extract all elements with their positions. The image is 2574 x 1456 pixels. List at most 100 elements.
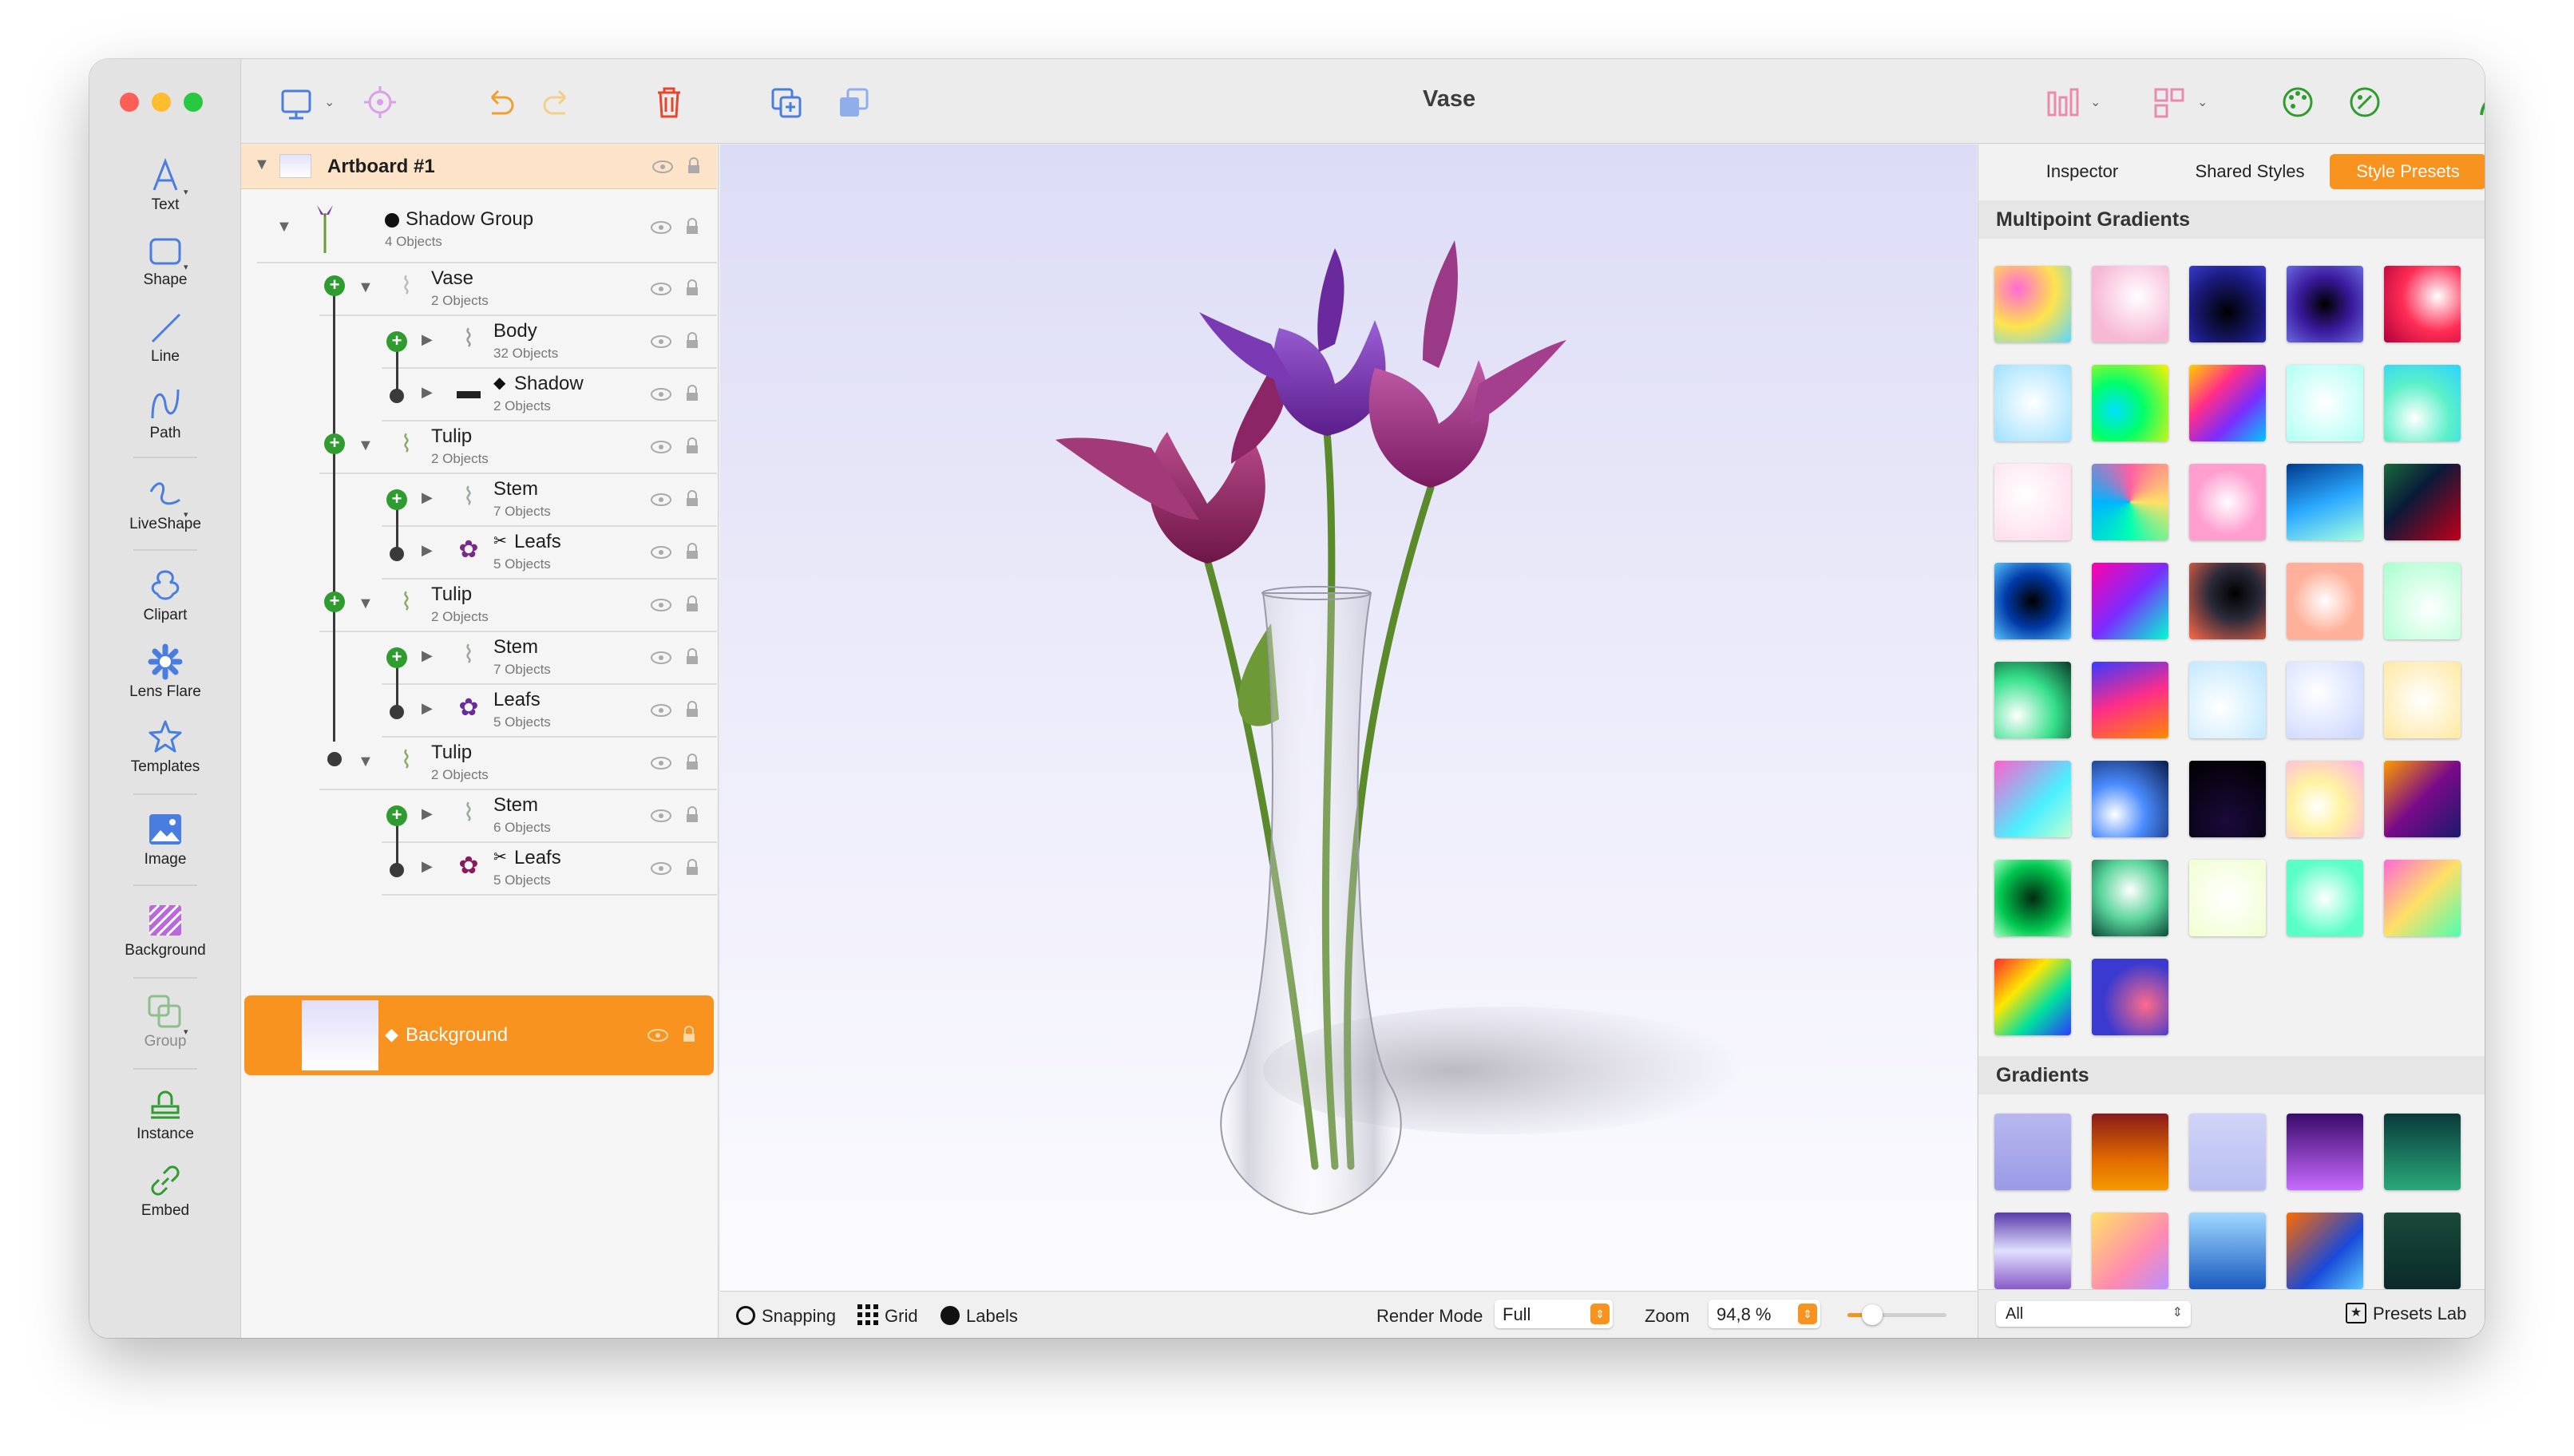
multipoint-gradient-swatch[interactable]	[2287, 860, 2363, 936]
lock-icon[interactable]	[680, 332, 703, 348]
eye-icon[interactable]	[650, 544, 672, 560]
layer-row[interactable]: ▶ ⌇ Stem 7 Objects	[241, 631, 717, 685]
tool-image[interactable]: Image	[89, 811, 241, 868]
multipoint-gradient-swatch[interactable]	[1994, 266, 2071, 342]
tab-shared-styles[interactable]: Shared Styles	[2170, 154, 2330, 189]
multipoint-gradient-swatch[interactable]	[2287, 563, 2363, 639]
lock-icon[interactable]	[680, 595, 703, 611]
grid-icon[interactable]	[857, 1304, 878, 1325]
multipoint-gradient-swatch[interactable]	[1994, 464, 2071, 540]
multipoint-gradient-swatch[interactable]	[2092, 959, 2168, 1035]
multipoint-gradient-swatch[interactable]	[2092, 563, 2168, 639]
layer-row[interactable]: ▶ ⌇ Stem 7 Objects	[241, 473, 717, 527]
multipoint-gradient-swatch[interactable]	[2384, 464, 2461, 540]
layer-background[interactable]: ◆ Background	[244, 995, 714, 1075]
gradient-swatch[interactable]	[2189, 1114, 2266, 1190]
chevron-down-icon[interactable]: ⌄	[2197, 94, 2208, 110]
tool-liveshape[interactable]: ▾ LiveShape	[89, 476, 241, 533]
multipoint-gradient-swatch[interactable]	[2092, 662, 2168, 738]
multipoint-gradient-swatch[interactable]	[2384, 563, 2461, 639]
gradient-swatch[interactable]	[1994, 1213, 2071, 1289]
multipoint-gradient-swatch[interactable]	[2092, 266, 2168, 342]
layer-row[interactable]: ▼ ⌇ Tulip 2 Objects	[241, 737, 717, 790]
artboard-button[interactable]	[278, 81, 316, 123]
target-button[interactable]	[361, 81, 399, 123]
add-child-icon[interactable]: +	[386, 647, 407, 668]
multipoint-gradient-swatch[interactable]	[2092, 860, 2168, 936]
multipoint-gradient-swatch[interactable]	[2384, 662, 2461, 738]
labels-toggle[interactable]	[940, 1306, 960, 1325]
redo-button[interactable]	[538, 81, 576, 123]
layer-row[interactable]: ▶ ⌇ Body 32 Objects	[241, 315, 717, 369]
add-child-icon[interactable]: +	[324, 592, 345, 612]
lock-icon[interactable]	[680, 218, 703, 234]
minimize-window-button[interactable]	[152, 93, 171, 112]
eye-icon[interactable]	[650, 755, 672, 771]
share-button[interactable]	[2475, 81, 2485, 123]
disclosure-triangle[interactable]: ▼	[358, 279, 374, 297]
eye-icon[interactable]	[650, 386, 672, 402]
disclosure-triangle[interactable]: ▶	[422, 700, 433, 717]
render-mode-select[interactable]: Full ⇕	[1495, 1300, 1613, 1328]
tool-background[interactable]: Background	[89, 902, 241, 959]
eye-icon[interactable]	[650, 281, 672, 297]
add-child-icon[interactable]: +	[324, 433, 345, 454]
multipoint-gradient-swatch[interactable]	[2189, 662, 2266, 738]
layer-row[interactable]: ▼ Shadow Group 4 Objects	[241, 192, 717, 263]
multipoint-gradient-swatch[interactable]	[1994, 365, 2071, 441]
gradient-swatch[interactable]	[2384, 1114, 2461, 1190]
add-child-icon[interactable]: +	[324, 275, 345, 296]
multipoint-gradient-swatch[interactable]	[2287, 266, 2363, 342]
add-child-icon[interactable]: +	[386, 805, 407, 826]
multipoint-gradient-swatch[interactable]	[2384, 860, 2461, 936]
multipoint-gradient-swatch[interactable]	[2092, 365, 2168, 441]
gradient-swatch[interactable]	[2189, 1213, 2266, 1289]
disclosure-triangle[interactable]: ▼	[254, 156, 270, 174]
disclosure-triangle[interactable]: ▶	[422, 489, 433, 506]
add-child-icon[interactable]: +	[386, 489, 407, 510]
eye-icon[interactable]	[650, 220, 672, 235]
lock-icon[interactable]	[680, 859, 703, 875]
eye-icon[interactable]	[651, 159, 674, 175]
multipoint-gradient-swatch[interactable]	[2189, 365, 2266, 441]
eye-icon[interactable]	[650, 861, 672, 876]
lock-icon[interactable]	[680, 806, 703, 822]
layer-row[interactable]: ▼ ⌇ Tulip 2 Objects	[241, 421, 717, 474]
tab-style-presets[interactable]: Style Presets	[2330, 154, 2485, 189]
add-child-icon[interactable]: +	[386, 331, 407, 352]
tool-text[interactable]: ▾ Text	[89, 156, 241, 214]
lock-icon[interactable]	[680, 648, 703, 664]
gradient-swatch[interactable]	[2287, 1114, 2363, 1190]
multipoint-gradient-swatch[interactable]	[2092, 464, 2168, 540]
layer-row[interactable]: ▶ ✿ Leafs 5 Objects	[241, 684, 717, 738]
zoom-slider[interactable]	[1847, 1304, 1946, 1325]
gradient-swatch[interactable]	[2092, 1114, 2168, 1190]
lock-icon[interactable]	[680, 385, 703, 401]
tool-shape[interactable]: ▾ Shape	[89, 236, 241, 289]
layer-row[interactable]: ▶ ✿ ✂ Leafs 5 Objects	[241, 842, 717, 896]
disclosure-triangle[interactable]: ▼	[358, 595, 374, 613]
gradient-swatch[interactable]	[2384, 1213, 2461, 1289]
tool-instance[interactable]: Instance	[89, 1086, 241, 1143]
lock-icon[interactable]	[680, 543, 703, 559]
zoom-window-button[interactable]	[184, 93, 203, 112]
multipoint-gradient-swatch[interactable]	[1994, 761, 2071, 837]
disclosure-triangle[interactable]: ▼	[358, 753, 374, 771]
multipoint-gradient-swatch[interactable]	[2189, 266, 2266, 342]
lock-icon[interactable]	[682, 157, 704, 173]
layer-row[interactable]: ▼ ⌇ Tulip 2 Objects	[241, 579, 717, 632]
multipoint-gradient-swatch[interactable]	[2384, 761, 2461, 837]
disclosure-triangle[interactable]: ▶	[422, 542, 433, 559]
layer-row[interactable]: ▼ ⌇ Vase 2 Objects	[241, 263, 717, 316]
tool-templates[interactable]: Templates	[89, 718, 241, 776]
tool-embed[interactable]: Embed	[89, 1162, 241, 1220]
tab-inspector[interactable]: Inspector	[2010, 154, 2154, 189]
gradient-swatch[interactable]	[1994, 1114, 2071, 1190]
disclosure-triangle[interactable]: ▶	[422, 384, 433, 401]
undo-button[interactable]	[481, 81, 519, 123]
multipoint-gradient-swatch[interactable]	[2384, 365, 2461, 441]
layer-row[interactable]: ▶ ▬ ◆ Shadow 2 Objects	[241, 368, 717, 421]
eye-icon[interactable]	[650, 808, 672, 824]
layer-row[interactable]: ▶ ⌇ Stem 6 Objects	[241, 789, 717, 843]
multipoint-gradient-swatch[interactable]	[1994, 563, 2071, 639]
